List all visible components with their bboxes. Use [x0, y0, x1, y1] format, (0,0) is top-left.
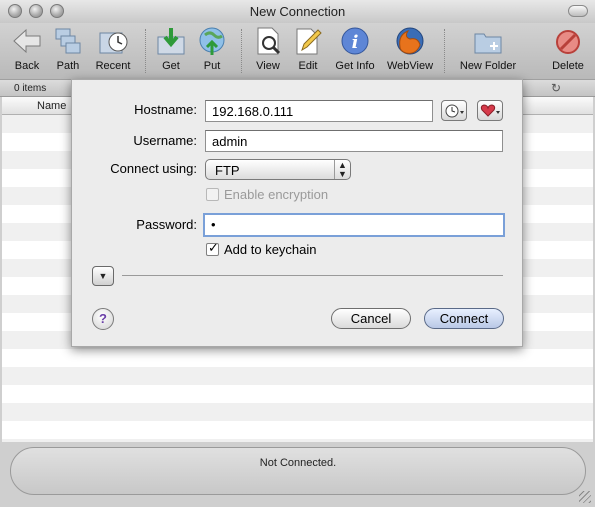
checkmark-icon: ✓ [208, 240, 219, 255]
window-title: New Connection [249, 4, 346, 19]
put-button[interactable]: Put [182, 25, 242, 72]
add-to-keychain-checkbox[interactable]: ✓ [206, 240, 219, 256]
connect-button[interactable]: Connect [424, 308, 504, 329]
put-upload-globe-icon [196, 25, 228, 57]
updown-arrows-icon: ▲ ▼ [334, 160, 350, 179]
enable-encryption-label: Enable encryption [224, 187, 329, 202]
connection-status-text: Not Connected. [259, 457, 337, 469]
firefox-browser-icon [394, 25, 426, 57]
add-to-keychain-label: Add to keychain [224, 242, 317, 257]
column-header-name[interactable]: Name [37, 100, 66, 112]
history-button[interactable] [441, 100, 467, 121]
password-label: Password: [136, 217, 197, 232]
username-field[interactable]: admin [205, 130, 503, 152]
main-window: New Connection Back Path Recent Get Put … [0, 0, 595, 507]
refresh-icon[interactable]: ↻ [551, 81, 561, 95]
toolbar-toggle-button[interactable] [568, 5, 588, 17]
hostname-label: Hostname: [134, 102, 197, 117]
new-folder-button[interactable]: New Folder [458, 25, 518, 72]
title-bar: New Connection [0, 0, 595, 23]
svg-text:i: i [352, 32, 359, 53]
path-folders-icon [52, 25, 84, 57]
enable-encryption-checkbox[interactable] [206, 188, 219, 201]
bookmarks-button[interactable] [477, 100, 503, 121]
recent-button[interactable]: Recent [83, 25, 143, 72]
recent-clock-icon [97, 25, 129, 57]
webview-button[interactable]: WebView [380, 25, 440, 72]
edit-pencil-icon [292, 25, 324, 57]
connection-status-bar: Not Connected. [10, 447, 586, 495]
triangle-down-icon: ▼ [98, 271, 108, 281]
webview-label: WebView [386, 60, 434, 72]
disclosure-triangle-button[interactable]: ▼ [92, 266, 114, 286]
connection-sheet: Hostname: 192.168.0.111 Username: admin … [71, 79, 523, 347]
heart-bookmark-icon [480, 104, 500, 117]
item-count: 0 items [14, 83, 47, 94]
delete-button[interactable]: Delete [538, 25, 595, 72]
hostname-field[interactable]: 192.168.0.111 [205, 100, 433, 122]
history-clock-icon [445, 104, 464, 118]
delete-label: Delete [552, 60, 584, 72]
resize-grip-icon[interactable] [579, 491, 591, 503]
recent-label: Recent [95, 60, 131, 72]
help-button[interactable]: ? [92, 308, 114, 330]
toolbar: Back Path Recent Get Put View Edit i Get… [0, 23, 595, 79]
get-info-button[interactable]: i Get Info [325, 25, 385, 72]
username-label: Username: [133, 133, 197, 148]
info-icon: i [339, 25, 371, 57]
separator-line [122, 275, 503, 276]
cancel-button[interactable]: Cancel [331, 308, 411, 329]
new-folder-icon [472, 25, 504, 57]
password-field[interactable]: • [203, 213, 505, 237]
protocol-select-value: FTP [215, 163, 240, 178]
help-question-icon: ? [99, 311, 107, 326]
toolbar-separator [444, 29, 445, 73]
put-label: Put [203, 60, 221, 72]
new-folder-label: New Folder [459, 60, 517, 72]
protocol-select[interactable]: FTP ▲ ▼ [205, 159, 351, 180]
get-info-label: Get Info [335, 60, 375, 72]
delete-icon [552, 25, 584, 57]
connect-using-label: Connect using: [110, 161, 197, 176]
